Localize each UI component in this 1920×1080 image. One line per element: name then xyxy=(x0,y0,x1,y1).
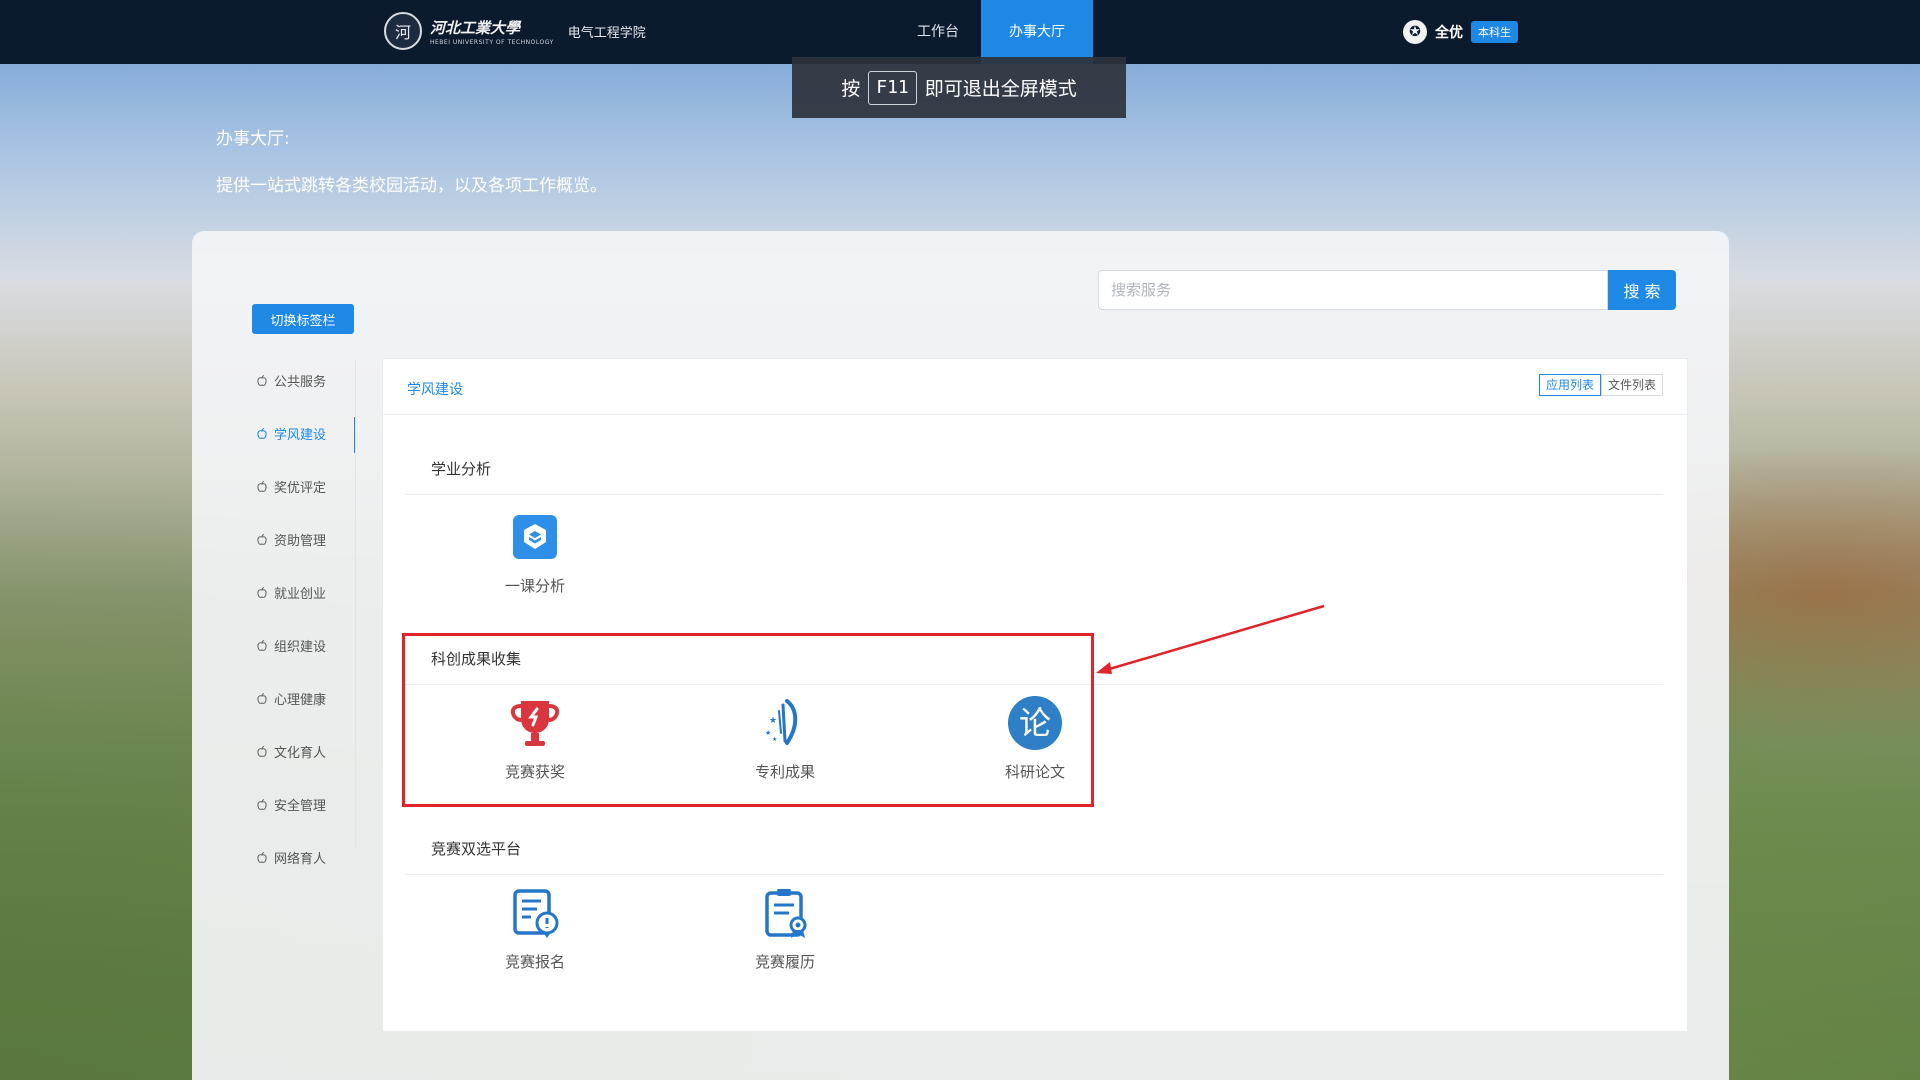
apple-icon xyxy=(257,586,267,598)
user-role-badge: 本科生 xyxy=(1471,21,1518,43)
course-analysis-icon xyxy=(507,509,563,565)
annotation-arrow-icon xyxy=(1096,604,1325,674)
top-navbar: 河 河北工業大學 HEBEI UNIVERSITY OF TECHNOLOGY … xyxy=(0,0,1920,64)
logo-sub-text: HEBEI UNIVERSITY OF TECHNOLOGY xyxy=(430,38,554,46)
svg-text:★: ★ xyxy=(765,729,771,737)
card-header: 学风建设 应用列表 文件列表 xyxy=(383,359,1687,415)
sidebar-item-mental-health[interactable]: 心理健康 xyxy=(252,672,356,725)
sidebar-item-organization[interactable]: 组织建设 xyxy=(252,619,356,672)
sidebar-item-label: 组织建设 xyxy=(274,640,327,655)
main-nav: 工作台 办事大厅 xyxy=(895,0,1093,64)
sidebar-item-label: 奖优评定 xyxy=(274,481,327,496)
toggle-tabbar-button[interactable]: 切换标签栏 xyxy=(252,304,354,334)
app-label: 竞赛报名 xyxy=(504,953,565,971)
trophy-icon xyxy=(507,695,563,751)
sidebar: 公共服务 学风建设 奖优评定 资助管理 就业创业 组织建设 心理健康 文化育人 … xyxy=(252,354,356,884)
svg-text:★: ★ xyxy=(769,716,777,726)
apple-icon xyxy=(257,374,267,386)
sidebar-item-label: 资助管理 xyxy=(274,534,327,549)
resume-icon xyxy=(757,885,813,941)
sidebar-item-culture[interactable]: 文化育人 xyxy=(252,725,356,778)
app-list-tab[interactable]: 应用列表 xyxy=(1538,374,1601,396)
user-avatar-icon[interactable]: ✪ xyxy=(1403,20,1427,44)
user-info[interactable]: ✪ 全优 本科生 xyxy=(1403,20,1518,44)
registration-icon xyxy=(507,885,563,941)
section-title: 竞赛双选平台 xyxy=(405,823,1663,875)
section-innovation-results: 科创成果收集 竞赛获奖 ★ ★ ★ 专利成果 论 科研论文 xyxy=(405,633,1663,803)
apple-icon xyxy=(257,798,267,810)
section-title: 学业分析 xyxy=(405,443,1663,495)
paper-icon-glyph: 论 xyxy=(1019,704,1051,742)
section-competition-platform: 竞赛双选平台 竞赛报名 竞赛履历 xyxy=(405,823,1663,993)
app-grid: 一课分析 xyxy=(405,495,1663,613)
sidebar-item-label: 就业创业 xyxy=(274,587,327,602)
view-toggle: 应用列表 文件列表 xyxy=(1538,374,1663,396)
sidebar-item-label: 心理健康 xyxy=(274,693,327,708)
sidebar-item-label: 学风建设 xyxy=(274,428,327,443)
apple-icon xyxy=(257,639,267,651)
apple-icon xyxy=(257,427,267,439)
patent-icon: ★ ★ ★ xyxy=(757,695,813,751)
app-label: 专利成果 xyxy=(754,763,815,781)
f11-key: F11 xyxy=(868,70,917,105)
app-grid: 竞赛获奖 ★ ★ ★ 专利成果 论 科研论文 xyxy=(405,685,1663,803)
sidebar-item-public-service[interactable]: 公共服务 xyxy=(252,354,356,407)
sidebar-item-safety[interactable]: 安全管理 xyxy=(252,778,356,831)
apple-icon xyxy=(257,533,267,545)
app-label: 科研论文 xyxy=(1004,763,1065,781)
logo-main-text: 河北工業大學 xyxy=(430,18,521,37)
app-course-analysis[interactable]: 一课分析 xyxy=(475,509,595,596)
section-title: 科创成果收集 xyxy=(405,633,1663,685)
user-name: 全优 xyxy=(1435,25,1463,41)
nav-item-workbench[interactable]: 工作台 xyxy=(895,0,981,64)
apple-icon xyxy=(257,851,267,863)
university-seal-icon: 河 xyxy=(384,12,422,50)
search-input[interactable] xyxy=(1098,270,1608,310)
sidebar-item-label: 安全管理 xyxy=(274,799,327,814)
sidebar-item-financial-aid[interactable]: 资助管理 xyxy=(252,513,356,566)
college-name: 电气工程学院 xyxy=(567,25,646,41)
sidebar-item-study-style[interactable]: 学风建设 xyxy=(252,407,356,460)
paper-icon: 论 xyxy=(1007,695,1063,751)
nav-item-service-hall[interactable]: 办事大厅 xyxy=(981,0,1093,64)
sidebar-item-label: 文化育人 xyxy=(274,746,327,761)
fullscreen-notice-prefix: 按 xyxy=(841,78,861,100)
university-logo[interactable]: 河 河北工業大學 HEBEI UNIVERSITY OF TECHNOLOGY … xyxy=(384,12,646,50)
content-card: 学风建设 应用列表 文件列表 学业分析 一课分析 科创成果收集 竞赛获奖 ★ ★… xyxy=(382,358,1688,1032)
app-competition-resume[interactable]: 竞赛履历 xyxy=(725,885,845,972)
page-description: 提供一站式跳转各类校园活动，以及各项工作概览。 xyxy=(216,176,607,196)
apple-icon xyxy=(257,480,267,492)
app-label: 竞赛获奖 xyxy=(504,763,565,781)
logo-text: 河北工業大學 HEBEI UNIVERSITY OF TECHNOLOGY xyxy=(430,17,554,46)
search-button[interactable]: 搜 索 xyxy=(1608,270,1676,310)
fullscreen-notice-suffix: 即可退出全屏模式 xyxy=(924,78,1077,100)
app-label: 一课分析 xyxy=(504,577,565,595)
fullscreen-notice: 按 F11 即可退出全屏模式 xyxy=(792,57,1126,118)
app-patent-results[interactable]: ★ ★ ★ 专利成果 xyxy=(725,695,845,782)
page-title: 办事大厅: xyxy=(216,129,290,149)
apple-icon xyxy=(257,745,267,757)
app-label: 竞赛履历 xyxy=(754,953,815,971)
file-list-tab[interactable]: 文件列表 xyxy=(1600,374,1663,396)
sidebar-item-label: 网络育人 xyxy=(274,852,327,867)
app-competition-awards[interactable]: 竞赛获奖 xyxy=(475,695,595,782)
sidebar-item-label: 公共服务 xyxy=(274,375,327,390)
sidebar-item-awards[interactable]: 奖优评定 xyxy=(252,460,356,513)
card-title: 学风建设 xyxy=(407,382,463,398)
sidebar-item-employment[interactable]: 就业创业 xyxy=(252,566,356,619)
section-academic-analysis: 学业分析 一课分析 xyxy=(405,443,1663,613)
app-research-papers[interactable]: 论 科研论文 xyxy=(975,695,1095,782)
sidebar-item-network[interactable]: 网络育人 xyxy=(252,831,356,884)
apple-icon xyxy=(257,692,267,704)
app-competition-registration[interactable]: 竞赛报名 xyxy=(475,885,595,972)
svg-text:★: ★ xyxy=(772,736,777,743)
app-grid: 竞赛报名 竞赛履历 xyxy=(405,875,1663,993)
sidebar-divider xyxy=(355,360,356,850)
